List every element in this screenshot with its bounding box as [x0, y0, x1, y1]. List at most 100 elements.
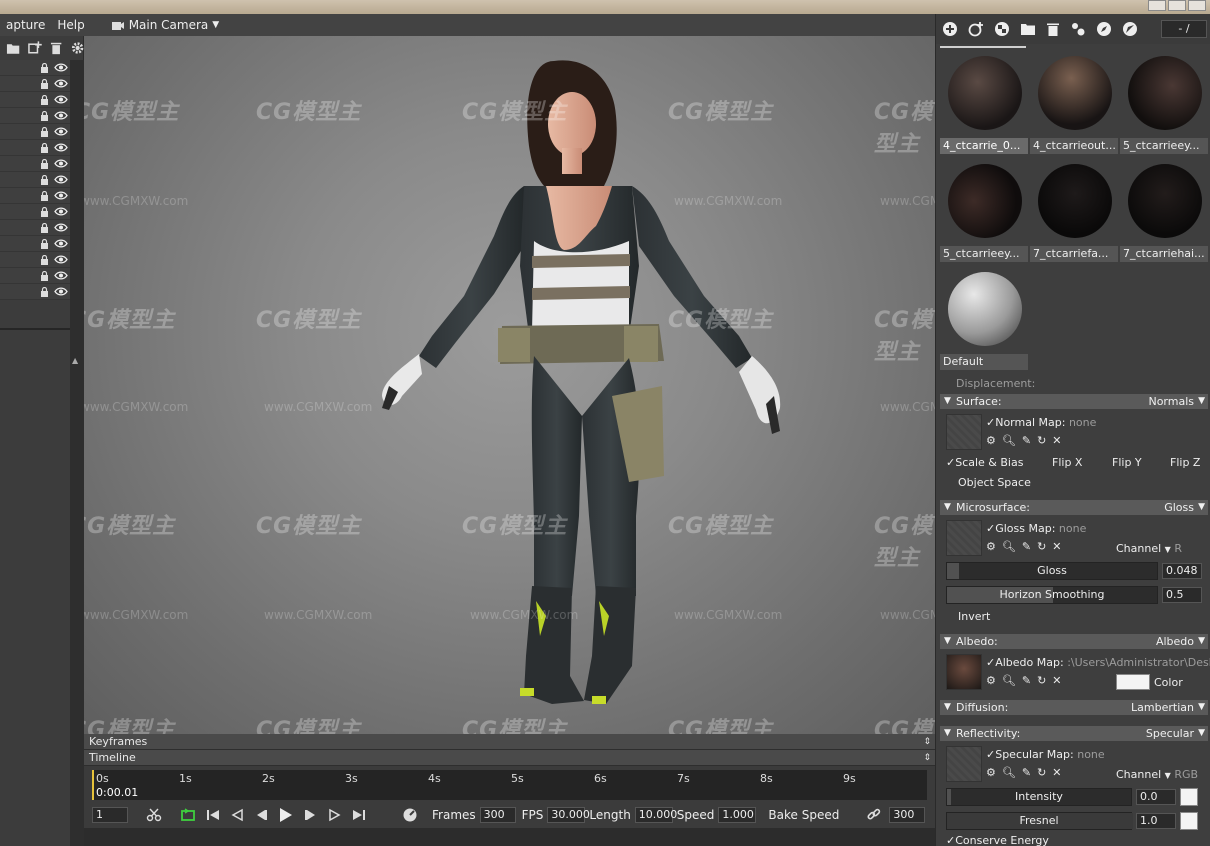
close-icon[interactable]: ✕: [1052, 540, 1061, 553]
albedo-mode[interactable]: Albedo: [1156, 634, 1194, 649]
eye-icon[interactable]: [54, 127, 68, 136]
search-icon[interactable]: 🔍︎: [1002, 766, 1016, 779]
play-icon[interactable]: [278, 807, 294, 823]
maximize-button[interactable]: [1168, 0, 1186, 11]
horizon-value[interactable]: 0.5: [1162, 587, 1202, 603]
eye-icon[interactable]: [54, 287, 68, 296]
surface-mode[interactable]: Normals: [1148, 394, 1194, 409]
gear-icon[interactable]: ⚙: [986, 540, 996, 553]
material-counter[interactable]: - /: [1161, 20, 1207, 38]
albedo-map-row[interactable]: ✓Albedo Map: :\Users\Administrator\Desk: [986, 656, 1210, 669]
eye-icon[interactable]: [54, 271, 68, 280]
scene-object-row[interactable]: [0, 172, 70, 188]
add-material-icon[interactable]: [942, 21, 958, 37]
albedo-section-header[interactable]: ▼ Albedo: Albedo ▼: [940, 634, 1208, 649]
eye-icon[interactable]: [54, 111, 68, 120]
flip-y-checkbox[interactable]: Flip Y: [1112, 456, 1142, 469]
normal-map-row[interactable]: ✓Normal Map: none: [986, 416, 1096, 429]
object-space-checkbox[interactable]: Object Space: [958, 476, 1031, 489]
pencil-icon[interactable]: ✎: [1022, 674, 1031, 687]
lock-icon[interactable]: [40, 206, 49, 217]
material-thumbnail[interactable]: 7_ctcarriefa...: [1030, 164, 1118, 268]
collapse-icon[interactable]: ⇕: [923, 750, 931, 766]
surface-section-header[interactable]: ▼ Surface: Normals ▼: [940, 394, 1208, 409]
3d-viewport[interactable]: CG模型主 CG模型主 CG模型主 CG模型主 CG模型主 www.CGMXW.…: [84, 36, 935, 734]
close-icon[interactable]: ✕: [1052, 434, 1061, 447]
fresnel-value[interactable]: 1.0: [1136, 813, 1176, 829]
scene-object-row[interactable]: [0, 236, 70, 252]
gloss-map-row[interactable]: ✓Gloss Map: none: [986, 522, 1086, 535]
scene-object-row[interactable]: [0, 108, 70, 124]
skip-end-icon[interactable]: [352, 808, 366, 822]
speed-dial-icon[interactable]: [402, 807, 418, 823]
skip-start-icon[interactable]: [206, 808, 220, 822]
diffusion-section-header[interactable]: ▼ Diffusion: Lambertian ▼: [940, 700, 1208, 715]
prev-key-icon[interactable]: [230, 808, 244, 822]
flip-x-checkbox[interactable]: Flip X: [1052, 456, 1082, 469]
specular-color-swatch[interactable]: [1180, 788, 1198, 806]
length-input[interactable]: 10.000: [634, 807, 677, 823]
lock-icon[interactable]: [40, 222, 49, 233]
specular-map-slot[interactable]: [946, 746, 982, 782]
eye-icon[interactable]: [54, 95, 68, 104]
timeline-ruler[interactable]: 0s 1s 2s 3s 4s 5s 6s 7s 8s 9s 0:00.01: [92, 770, 927, 800]
scene-object-row[interactable]: [0, 92, 70, 108]
lock-icon[interactable]: [40, 62, 49, 73]
eye-icon[interactable]: [54, 159, 68, 168]
folder-icon[interactable]: [6, 42, 20, 55]
gear-icon[interactable]: ⚙: [986, 434, 996, 447]
bake-speed-button[interactable]: Bake Speed: [768, 808, 839, 822]
reflectivity-mode[interactable]: Specular: [1146, 726, 1194, 741]
albedo-color-swatch[interactable]: [1116, 674, 1150, 690]
gloss-map-slot[interactable]: [946, 520, 982, 556]
eye-icon[interactable]: [54, 79, 68, 88]
material-thumbnail[interactable]: Default: [940, 272, 1028, 376]
gear-icon[interactable]: ⚙: [986, 766, 996, 779]
step-back-icon[interactable]: [254, 808, 268, 822]
trash-icon[interactable]: [1046, 22, 1060, 37]
specular-map-row[interactable]: ✓Specular Map: none: [986, 748, 1105, 761]
conserve-energy-checkbox[interactable]: ✓Conserve Energy: [946, 834, 1049, 846]
timeline-header[interactable]: Timeline ⇕: [84, 750, 935, 766]
scale-bias-checkbox[interactable]: ✓Scale & Bias: [946, 456, 1023, 469]
search-icon[interactable]: 🔍︎: [1002, 674, 1016, 687]
eye-icon[interactable]: [54, 239, 68, 248]
eye-icon[interactable]: [54, 175, 68, 184]
speed-input[interactable]: 1.000: [718, 807, 757, 823]
duplicate-material-icon[interactable]: [968, 21, 984, 37]
reflectivity-section-header[interactable]: ▼ Reflectivity: Specular ▼: [940, 726, 1208, 741]
add-object-icon[interactable]: [28, 41, 42, 55]
search-icon[interactable]: 🔍︎: [1002, 540, 1016, 553]
camera-selector[interactable]: Main Camera ▼: [111, 18, 219, 32]
minimize-button[interactable]: [1148, 0, 1166, 11]
gloss-value[interactable]: 0.048: [1162, 563, 1202, 579]
intensity-value[interactable]: 0.0: [1136, 789, 1176, 805]
gloss-slider[interactable]: Gloss: [946, 562, 1158, 580]
fresnel-slider[interactable]: Fresnel: [946, 812, 1133, 830]
refresh-icon[interactable]: ↻: [1037, 540, 1046, 553]
pencil-icon[interactable]: ✎: [1022, 434, 1031, 447]
gear-icon[interactable]: [71, 41, 84, 55]
lock-icon[interactable]: [40, 270, 49, 281]
scene-object-row[interactable]: [0, 124, 70, 140]
keyframe-track[interactable]: [84, 828, 935, 846]
fps-input[interactable]: 30.000: [547, 807, 590, 823]
lock-icon[interactable]: [40, 190, 49, 201]
next-key-icon[interactable]: [328, 808, 342, 822]
close-button[interactable]: [1188, 0, 1206, 11]
eye-icon[interactable]: [54, 255, 68, 264]
eye-icon[interactable]: [54, 63, 68, 72]
scene-object-row[interactable]: [0, 76, 70, 92]
scene-object-row[interactable]: [0, 188, 70, 204]
loop-icon[interactable]: [180, 808, 196, 822]
flip-z-checkbox[interactable]: Flip Z: [1170, 456, 1200, 469]
scene-object-row[interactable]: [0, 140, 70, 156]
scene-object-row[interactable]: [0, 268, 70, 284]
scissors-icon[interactable]: [146, 808, 162, 822]
scene-scrollbar[interactable]: ▲: [70, 60, 84, 846]
material-thumbnail[interactable]: 5_ctcarrieey...: [940, 164, 1028, 268]
eye-icon[interactable]: [54, 207, 68, 216]
lock-icon[interactable]: [40, 78, 49, 89]
lock-icon[interactable]: [40, 142, 49, 153]
pick-material-icon[interactable]: [1070, 21, 1086, 37]
